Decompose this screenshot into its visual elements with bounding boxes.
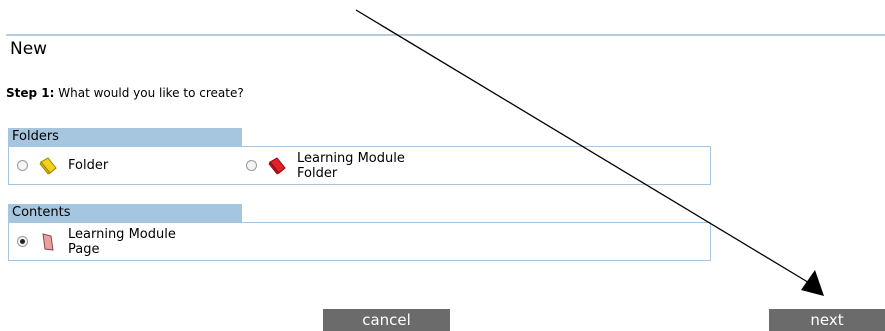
step-instruction: Step 1: What would you like to create? (6, 85, 244, 101)
red-folder-icon (268, 156, 286, 175)
option-learning-module-folder[interactable]: Learning Module Folder (246, 147, 405, 184)
step-label: Step 1: (6, 86, 55, 100)
learning-module-folder-label: Learning Module Folder (297, 150, 405, 181)
step-question: What would you like to create? (54, 86, 244, 100)
section-contents: Learning Module Page (8, 222, 711, 261)
folder-radio[interactable] (17, 160, 28, 171)
page-icon (42, 232, 54, 251)
learning-module-page-radio[interactable] (17, 236, 28, 247)
learning-module-page-label: Learning Module Page (68, 226, 176, 257)
section-folders: Folder Learning Module Folder (8, 146, 711, 185)
option-folder[interactable]: Folder (17, 147, 108, 184)
option-learning-module-page[interactable]: Learning Module Page (17, 223, 176, 260)
yellow-folder-icon (39, 156, 57, 175)
folder-label: Folder (68, 158, 109, 173)
section-header-contents: Contents (8, 204, 242, 222)
title-divider (6, 34, 885, 36)
arrow-head (801, 270, 824, 296)
page-title: New (10, 39, 48, 59)
section-header-folders: Folders (8, 128, 242, 146)
learning-module-folder-radio[interactable] (246, 160, 257, 171)
next-button[interactable]: next (769, 309, 885, 331)
cancel-button[interactable]: cancel (323, 309, 450, 331)
